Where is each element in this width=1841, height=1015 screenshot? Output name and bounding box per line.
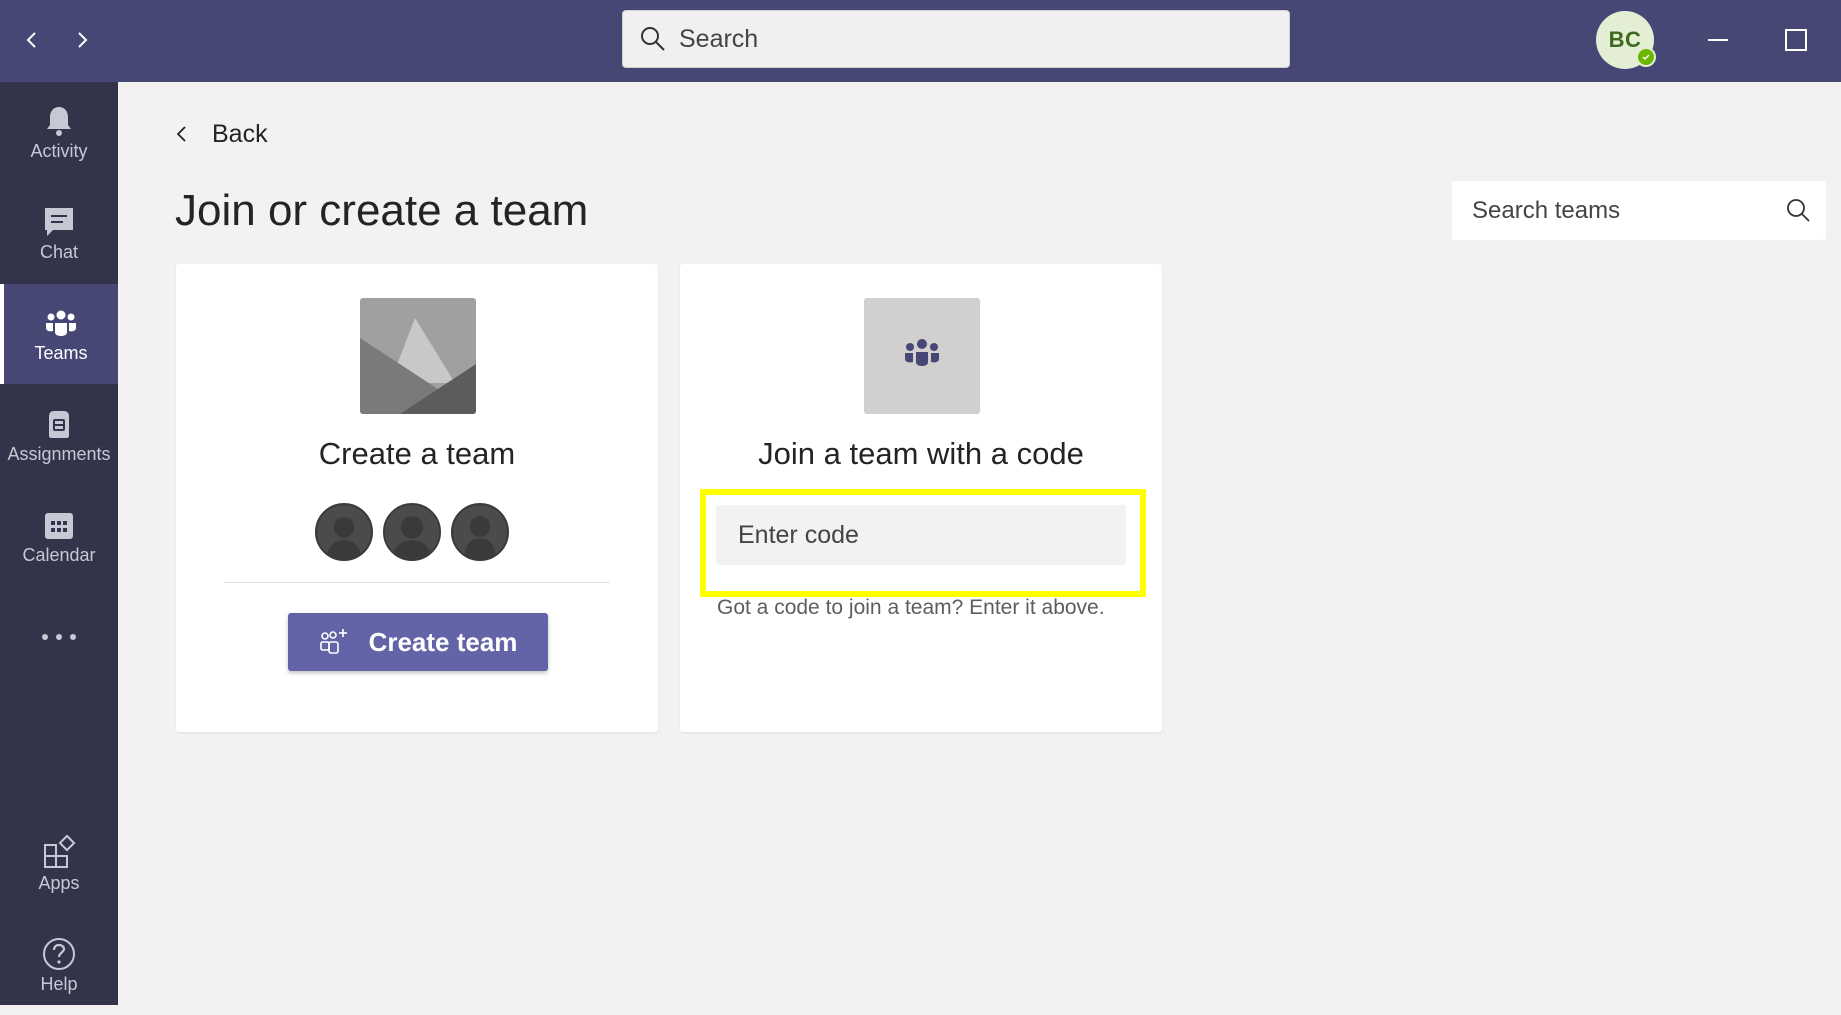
minimize-button[interactable] [1698,20,1738,60]
rail-item-teams[interactable]: Teams [0,284,118,384]
rail-item-activity[interactable]: Activity [0,82,118,182]
page-title: Join or create a team [175,186,589,235]
more-icon [42,634,76,640]
main-content: Back Join or create a team Create a team [118,82,1841,1005]
help-icon [43,937,75,970]
create-team-title: Create a team [318,436,516,471]
create-team-button[interactable]: Create team [288,613,548,671]
back-button[interactable]: Back [172,116,268,152]
create-team-button-label: Create team [368,626,518,657]
divider [224,582,610,583]
app-rail: Activity Chat Teams Assignments Calendar… [0,82,118,1005]
teams-icon [46,310,76,336]
minimize-icon [1708,39,1728,41]
rail-item-assignments[interactable]: Assignments [0,385,118,485]
presence-available-icon [1636,47,1656,67]
rail-item-chat[interactable]: Chat [0,183,118,283]
rail-item-label: Chat [39,241,79,262]
calendar-icon [45,512,73,539]
chat-icon [45,207,73,236]
title-bar: BC [0,0,1841,82]
bell-icon [47,106,71,136]
team-code-input[interactable] [716,505,1126,565]
search-teams[interactable] [1452,181,1826,240]
assignments-icon [49,410,69,438]
rail-item-label: Teams [34,342,88,363]
back-label: Back [212,119,268,148]
create-team-image-icon [360,298,476,414]
rail-item-apps[interactable]: Apps [0,814,118,914]
join-team-image [864,298,980,414]
global-search-input[interactable] [679,24,1239,54]
rail-item-label: Assignments [7,443,111,464]
rail-item-label: Apps [38,872,80,893]
join-team-title: Join a team with a code [758,436,1084,471]
maximize-button[interactable] [1776,20,1816,60]
more-apps-button[interactable] [0,612,118,662]
user-avatar[interactable]: BC [1596,11,1656,69]
avatar-group [315,503,515,563]
person-avatar-icon [451,503,509,561]
global-search[interactable] [622,10,1290,68]
maximize-icon [1785,29,1807,51]
code-hint-text: Got a code to join a team? Enter it abov… [717,596,1105,619]
search-icon [1787,199,1810,222]
person-avatar-icon [315,503,373,561]
forward-arrow-icon[interactable] [64,22,100,58]
create-team-card: Create a team Create team [176,264,658,732]
add-team-icon [319,629,347,654]
apps-icon [44,834,76,868]
rail-item-help[interactable]: Help [0,915,118,1015]
back-arrow-icon[interactable] [14,22,50,58]
join-team-card: Join a team with a code Got a code to jo… [680,264,1162,732]
rail-item-label: Activity [30,140,88,161]
teams-icon [864,298,980,414]
chevron-left-icon [176,126,186,142]
rail-item-calendar[interactable]: Calendar [0,486,118,586]
avatar-initials: BC [1608,27,1642,52]
person-avatar-icon [383,503,441,561]
search-icon [641,27,665,51]
search-teams-input[interactable] [1472,196,1772,225]
rail-item-label: Help [40,973,78,994]
rail-item-label: Calendar [22,544,96,565]
